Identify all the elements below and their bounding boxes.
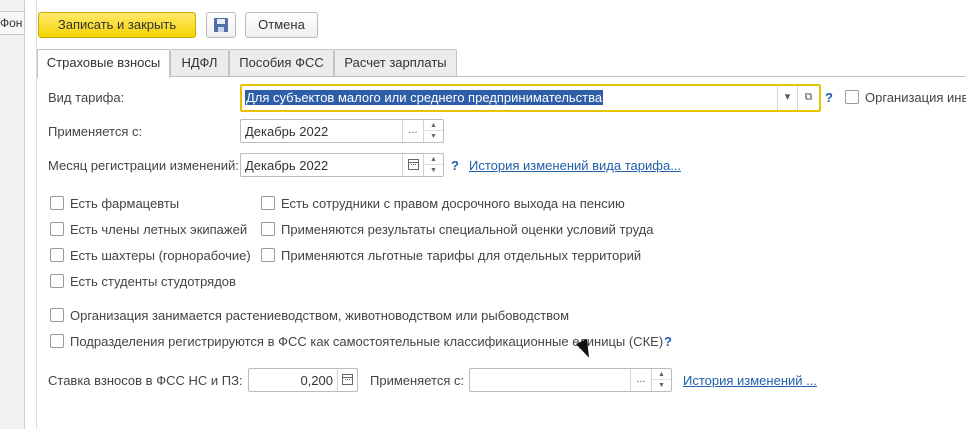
calculator-button[interactable] [337,369,357,391]
checkbox-ske-label: Подразделения регистрируются в ФСС как с… [70,334,664,349]
period-spinner[interactable]: ▲ ▼ [423,120,443,142]
checkbox-pharmacists-label: Есть фармацевты [70,196,180,211]
calendar-icon [407,159,419,170]
reg-month-label: Месяц регистрации изменений: [48,158,239,173]
help-icon[interactable]: ? [664,334,672,349]
tab-bar-line [37,76,966,77]
select-button[interactable]: ... [630,369,651,391]
applies-from-label: Применяется с: [48,124,143,139]
reg-month-field[interactable]: Декабрь 2022 ▲ ▼ [240,153,444,177]
checkbox-agriculture-label: Организация занимается растениеводством,… [70,308,570,323]
checkbox-flight-crew[interactable] [50,222,64,236]
fss-rate-label: Ставка взносов в ФСС НС и ПЗ: [48,373,243,388]
tariff-type-value: Для субъектов малого или среднего предпр… [245,90,604,105]
tariff-history-link[interactable]: История изменений вида тарифа... [469,158,681,173]
spin-up-icon[interactable]: ▲ [424,120,443,131]
fss-applies-field[interactable]: ... ▲ ▼ [469,368,672,392]
tariff-type-select[interactable]: Для субъектов малого или среднего предпр… [240,84,821,112]
checkbox-special-assessment[interactable] [261,222,275,236]
tariff-type-label: Вид тарифа: [48,90,125,105]
left-panel: Фон [0,0,25,429]
checkbox-students[interactable] [50,274,64,288]
applies-from-field[interactable]: Декабрь 2022 ... ▲ ▼ [240,119,444,143]
checkbox-students-label: Есть студенты студотрядов [70,274,236,289]
fss-history-link[interactable]: История изменений ... [683,373,817,388]
left-panel-tab[interactable]: Фон [0,11,25,35]
month-spinner[interactable]: ▲ ▼ [423,154,443,176]
cancel-button[interactable]: Отмена [245,12,318,38]
checkbox-early-retirement[interactable] [261,196,275,210]
panel-gap [25,0,37,429]
org-checkbox[interactable] [845,90,859,104]
checkbox-flight-crew-label: Есть члены летных экипажей [70,222,248,237]
spin-up-icon[interactable]: ▲ [424,154,443,165]
checkbox-miners-label: Есть шахтеры (горнорабочие) [70,248,251,263]
checkbox-pharmacists[interactable] [50,196,64,210]
fss-applies-label: Применяется с: [370,373,465,388]
spin-down-icon[interactable]: ▼ [652,380,671,391]
checkbox-special-assessment-label: Применяются результаты специальной оценк… [281,222,654,237]
tab-fss-benefits[interactable]: Пособия ФСС [229,49,334,76]
fss-rate-field[interactable]: 0,200 [248,368,358,392]
spin-up-icon[interactable]: ▲ [652,369,671,380]
tab-payroll-calculation[interactable]: Расчет зарплаты [334,49,457,76]
calculator-icon [342,374,353,385]
period-spinner[interactable]: ▲ ▼ [651,369,671,391]
save-and-close-button[interactable]: Записать и закрыть [38,12,196,38]
dropdown-arrow-icon[interactable]: ▾ [777,86,797,110]
help-icon[interactable]: ? [825,90,833,105]
calendar-button[interactable] [402,154,423,176]
checkbox-agriculture[interactable] [50,308,64,322]
open-icon[interactable]: ⧉ [797,86,819,110]
checkbox-miners[interactable] [50,248,64,262]
save-button[interactable] [206,12,236,38]
spin-down-icon[interactable]: ▼ [424,131,443,142]
spin-down-icon[interactable]: ▼ [424,165,443,176]
checkbox-preferential-tariffs-label: Применяются льготные тарифы для отдельны… [281,248,642,263]
select-button[interactable]: ... [402,120,423,142]
checkbox-early-retirement-label: Есть сотрудники с правом досрочного выхо… [281,196,625,211]
help-icon[interactable]: ? [451,158,459,173]
checkbox-ske[interactable] [50,334,64,348]
tab-insurance-contributions[interactable]: Страховые взносы [37,49,170,78]
applies-from-value: Декабрь 2022 [245,124,329,139]
fss-rate-value: 0,200 [300,373,333,388]
org-checkbox-label: Организация инв [865,90,966,105]
reg-month-value: Декабрь 2022 [245,158,329,173]
checkbox-preferential-tariffs[interactable] [261,248,275,262]
floppy-disk-icon [214,18,228,32]
tab-ndfl[interactable]: НДФЛ [170,49,229,76]
